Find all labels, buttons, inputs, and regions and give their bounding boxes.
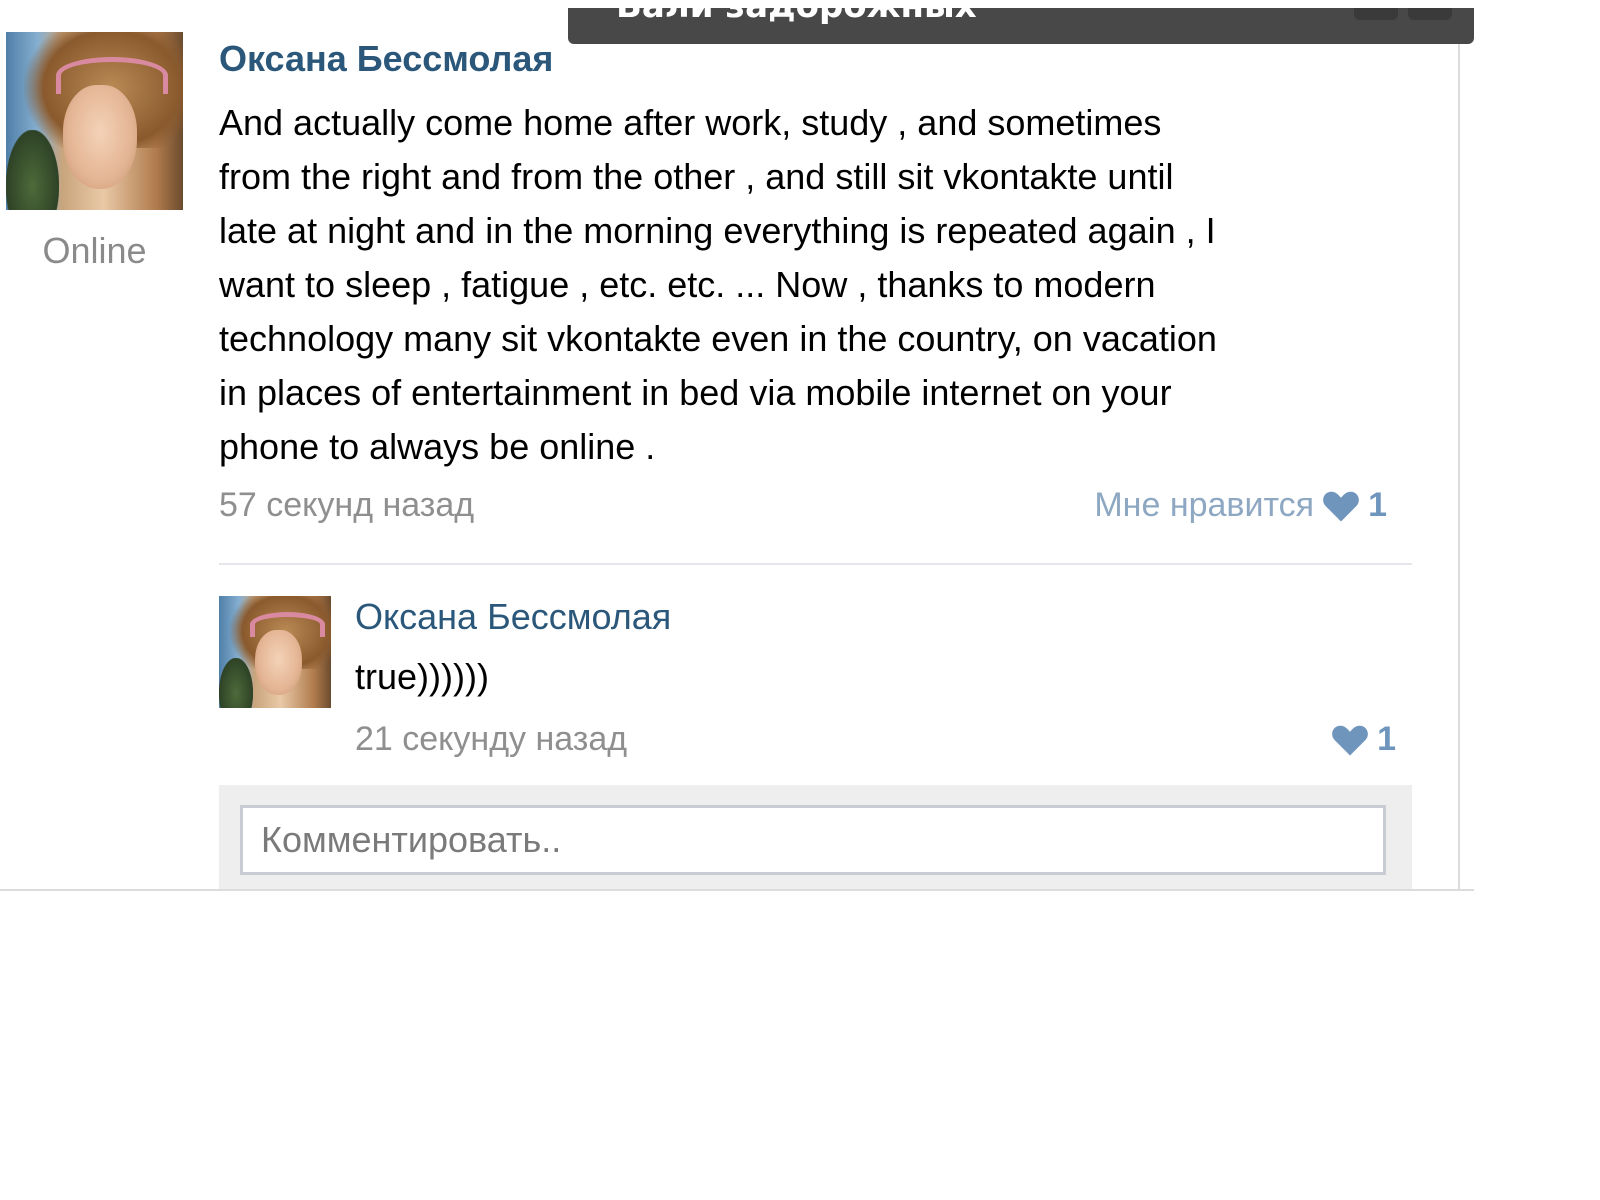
post-text-line: late at night and in the morning everyth… <box>219 210 1216 251</box>
tooltip-button[interactable] <box>1354 8 1398 20</box>
post-text-line: And actually come home after work, study… <box>219 102 1162 143</box>
like-count: 1 <box>1377 720 1396 758</box>
page-bottom-border <box>0 889 1474 891</box>
page-right-border <box>1458 44 1460 890</box>
post-text: And actually come home after work, study… <box>219 96 1349 474</box>
reply-author-avatar[interactable] <box>219 596 331 708</box>
page: Бали задорожных Online Оксана Бессмолая … <box>0 0 1600 1200</box>
post-timestamp[interactable]: 57 секунд назад <box>219 486 474 525</box>
tooltip-text: Бали задорожных <box>616 8 977 26</box>
post-author-name[interactable]: Оксана Бессмолая <box>219 38 553 80</box>
reply-author-name[interactable]: Оксана Бессмолая <box>355 596 671 638</box>
tooltip-close-button[interactable] <box>1408 8 1452 20</box>
post-text-line: technology many sit vkontakte even in th… <box>219 318 1217 359</box>
post-text-line: from the right and from the other , and … <box>219 156 1174 197</box>
post-like-button[interactable]: Мне нравится 1 <box>1094 486 1387 525</box>
online-status: Online <box>42 230 147 271</box>
post-text-line: phone to always be online . <box>219 426 656 467</box>
top-tooltip: Бали задорожных <box>568 8 1474 44</box>
comment-input[interactable] <box>240 805 1386 875</box>
reply-timestamp[interactable]: 21 секунду назад <box>355 720 627 759</box>
reply-text: true)))))) <box>355 656 489 697</box>
like-count: 1 <box>1368 486 1387 524</box>
heart-icon <box>1332 725 1368 755</box>
like-label: Мне нравится <box>1094 486 1315 524</box>
post-text-line: want to sleep , fatigue , etc. etc. ... … <box>219 264 1156 305</box>
post-divider <box>219 563 1412 565</box>
comment-area <box>219 785 1412 889</box>
post-text-line: in places of entertainment in bed via mo… <box>219 372 1172 413</box>
reply-like-button[interactable]: 1 <box>1331 720 1396 759</box>
heart-icon <box>1323 491 1359 521</box>
post-author-avatar[interactable] <box>6 32 183 210</box>
